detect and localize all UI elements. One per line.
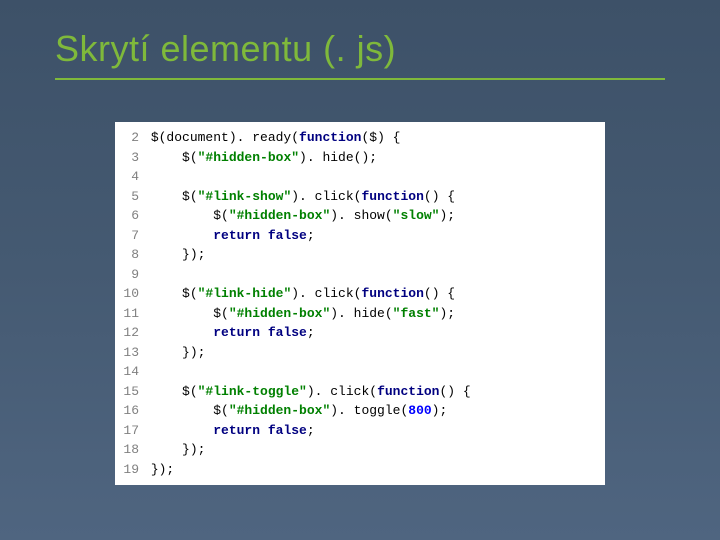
code-text: return false;	[143, 323, 315, 343]
code-line: 19 });	[115, 460, 605, 480]
code-text: $("#hidden-box"). show("slow");	[143, 206, 455, 226]
line-number: 2	[115, 128, 143, 148]
line-number: 6	[115, 206, 143, 226]
code-text: });	[143, 440, 205, 460]
line-number: 16	[115, 401, 143, 421]
code-line: 4	[115, 167, 605, 187]
code-line: 12 return false;	[115, 323, 605, 343]
line-number: 18	[115, 440, 143, 460]
code-text	[143, 265, 159, 285]
slide: Skrytí elementu (. js) 2 $(document). re…	[0, 0, 720, 540]
code-line: 2 $(document). ready(function($) {	[115, 128, 605, 148]
code-line: 8 });	[115, 245, 605, 265]
code-text: $("#link-show"). click(function() {	[143, 187, 455, 207]
line-number: 11	[115, 304, 143, 324]
line-number: 7	[115, 226, 143, 246]
line-number: 13	[115, 343, 143, 363]
code-text: });	[143, 245, 205, 265]
code-text: $("#link-hide"). click(function() {	[143, 284, 455, 304]
slide-title: Skrytí elementu (. js)	[55, 28, 665, 80]
code-line: 14	[115, 362, 605, 382]
code-line: 3 $("#hidden-box"). hide();	[115, 148, 605, 168]
code-text: $("#link-toggle"). click(function() {	[143, 382, 471, 402]
code-line: 15 $("#link-toggle"). click(function() {	[115, 382, 605, 402]
code-text: });	[143, 343, 205, 363]
code-text: $("#hidden-box"). hide();	[143, 148, 377, 168]
line-number: 17	[115, 421, 143, 441]
line-number: 12	[115, 323, 143, 343]
code-text: $("#hidden-box"). toggle(800);	[143, 401, 447, 421]
code-text: $("#hidden-box"). hide("fast");	[143, 304, 455, 324]
line-number: 4	[115, 167, 143, 187]
line-number: 3	[115, 148, 143, 168]
line-number: 8	[115, 245, 143, 265]
code-text: $(document). ready(function($) {	[143, 128, 400, 148]
line-number: 14	[115, 362, 143, 382]
code-line: 10 $("#link-hide"). click(function() {	[115, 284, 605, 304]
code-line: 17 return false;	[115, 421, 605, 441]
code-line: 7 return false;	[115, 226, 605, 246]
code-line: 13 });	[115, 343, 605, 363]
code-line: 18 });	[115, 440, 605, 460]
code-text: return false;	[143, 226, 315, 246]
code-line: 11 $("#hidden-box"). hide("fast");	[115, 304, 605, 324]
line-number: 9	[115, 265, 143, 285]
code-text	[143, 362, 159, 382]
line-number: 19	[115, 460, 143, 480]
line-number: 10	[115, 284, 143, 304]
code-text: return false;	[143, 421, 315, 441]
code-line: 16 $("#hidden-box"). toggle(800);	[115, 401, 605, 421]
code-line: 9	[115, 265, 605, 285]
code-line: 5 $("#link-show"). click(function() {	[115, 187, 605, 207]
line-number: 5	[115, 187, 143, 207]
line-number: 15	[115, 382, 143, 402]
code-line: 6 $("#hidden-box"). show("slow");	[115, 206, 605, 226]
code-block: 2 $(document). ready(function($) {3 $("#…	[115, 122, 605, 485]
code-text: });	[143, 460, 174, 480]
code-text	[143, 167, 159, 187]
